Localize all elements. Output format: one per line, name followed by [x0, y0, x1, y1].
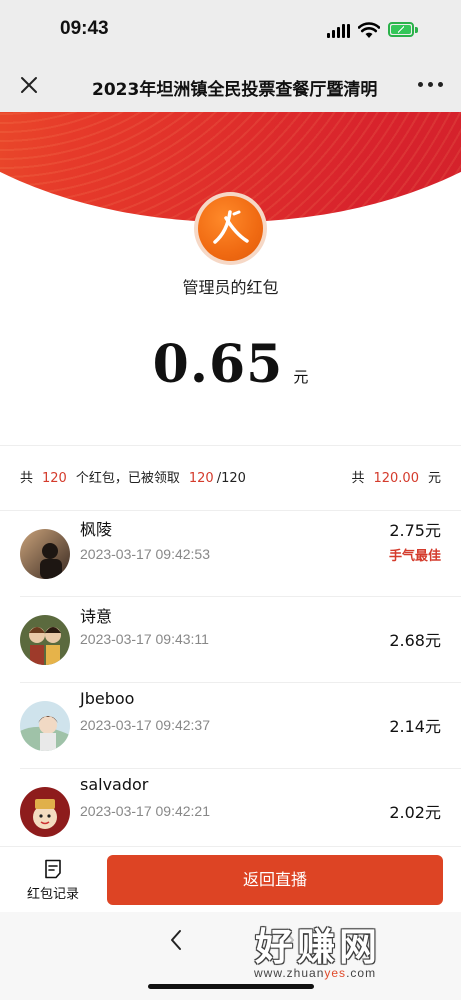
battery-tip — [415, 27, 418, 33]
url-prefix: www.zhuan — [254, 966, 325, 980]
nav-bar: 2023年坦洲镇全民投票查餐厅暨清明 — [0, 56, 461, 112]
list-item[interactable]: 枫陵 2023-03-17 09:42:53 2.75元 手气最佳 — [20, 511, 461, 597]
summary-money: 共 120.00 元 — [351, 467, 441, 486]
page-title: 2023年坦洲镇全民投票查餐厅暨清明 — [92, 80, 378, 100]
amount-value: 0.65 — [152, 334, 284, 395]
total-money: 120.00 — [373, 471, 419, 486]
received-amount: 0.65 元 — [0, 334, 461, 395]
back-arrow-icon[interactable] — [168, 928, 184, 952]
logo-icon — [213, 210, 249, 244]
claim-amount: 2.68元 — [389, 631, 441, 650]
claim-time: 2023-03-17 09:42:21 — [80, 803, 210, 819]
user-name: Jbeboo — [80, 689, 135, 708]
total-count: 120 — [42, 471, 67, 486]
watermark-text: 好赚网 — [255, 925, 382, 969]
claim-time: 2023-03-17 09:42:53 — [80, 546, 210, 562]
url-suffix: .com — [346, 966, 377, 980]
bottom-action-bar: 红包记录 返回直播 — [0, 846, 461, 912]
claim-time: 2023-03-17 09:43:11 — [80, 631, 209, 647]
record-label: 红包记录 — [26, 887, 79, 902]
claim-amount: 2.02元 — [389, 803, 441, 822]
best-luck-badge: 手气最佳 — [388, 549, 441, 564]
list-item[interactable]: 诗意 2023-03-17 09:43:11 2.68元 — [20, 597, 461, 683]
sender-name: 管理员的红包 — [182, 278, 279, 297]
red-packet-detail: 管理员的红包 0.65 元 共 120 个红包，已被领取 120/120 共 120.00… — [0, 112, 461, 846]
summary-middle: 个红包，已被领取 — [75, 471, 180, 486]
claimed-count: 120 — [188, 471, 214, 486]
packet-record-button[interactable]: 红包记录 — [18, 859, 88, 902]
claim-list: 枫陵 2023-03-17 09:42:53 2.75元 手气最佳 诗意 202… — [0, 511, 461, 846]
money-prefix: 共 — [351, 471, 365, 486]
signal-icon — [327, 24, 351, 38]
list-item[interactable]: Jbeboo 2023-03-17 09:42:37 2.14元 — [20, 683, 461, 769]
amount-unit: 元 — [293, 368, 309, 386]
claim-amount: 2.75元 — [389, 521, 441, 540]
money-unit: 元 — [427, 471, 441, 486]
close-icon[interactable] — [18, 74, 40, 96]
browser-toolbar: 好赚网 www.zhuanyes.com — [0, 912, 461, 1000]
status-time: 09:43 — [60, 18, 109, 39]
more-dots-icon[interactable] — [418, 82, 444, 88]
avatar — [20, 615, 70, 665]
summary-count: 共 120 个红包，已被领取 120/120 — [20, 467, 246, 486]
avatar — [20, 701, 70, 751]
list-item[interactable]: salvador 2023-03-17 09:42:21 2.02元 — [20, 769, 461, 846]
url-highlight: yes — [324, 966, 347, 980]
claim-amount: 2.14元 — [389, 717, 441, 736]
user-name: 枫陵 — [80, 520, 113, 539]
user-name: salvador — [80, 775, 149, 794]
user-name: 诗意 — [80, 607, 113, 626]
summary-prefix: 共 — [20, 471, 34, 486]
status-bar: 09:43 — [0, 0, 461, 56]
claim-time: 2023-03-17 09:42:37 — [80, 717, 210, 733]
home-indicator — [148, 984, 314, 989]
battery-icon — [388, 22, 414, 37]
watermark-url: www.zhuanyes.com — [254, 966, 376, 980]
record-icon — [45, 859, 61, 879]
wifi-icon — [358, 22, 380, 38]
packet-summary: 共 120 个红包，已被领取 120/120 共 120.00 元 — [0, 445, 461, 511]
sender-avatar — [194, 192, 267, 265]
of-total: /120 — [216, 471, 246, 486]
avatar — [20, 529, 70, 579]
avatar — [20, 787, 70, 837]
back-to-live-button[interactable]: 返回直播 — [107, 855, 443, 905]
